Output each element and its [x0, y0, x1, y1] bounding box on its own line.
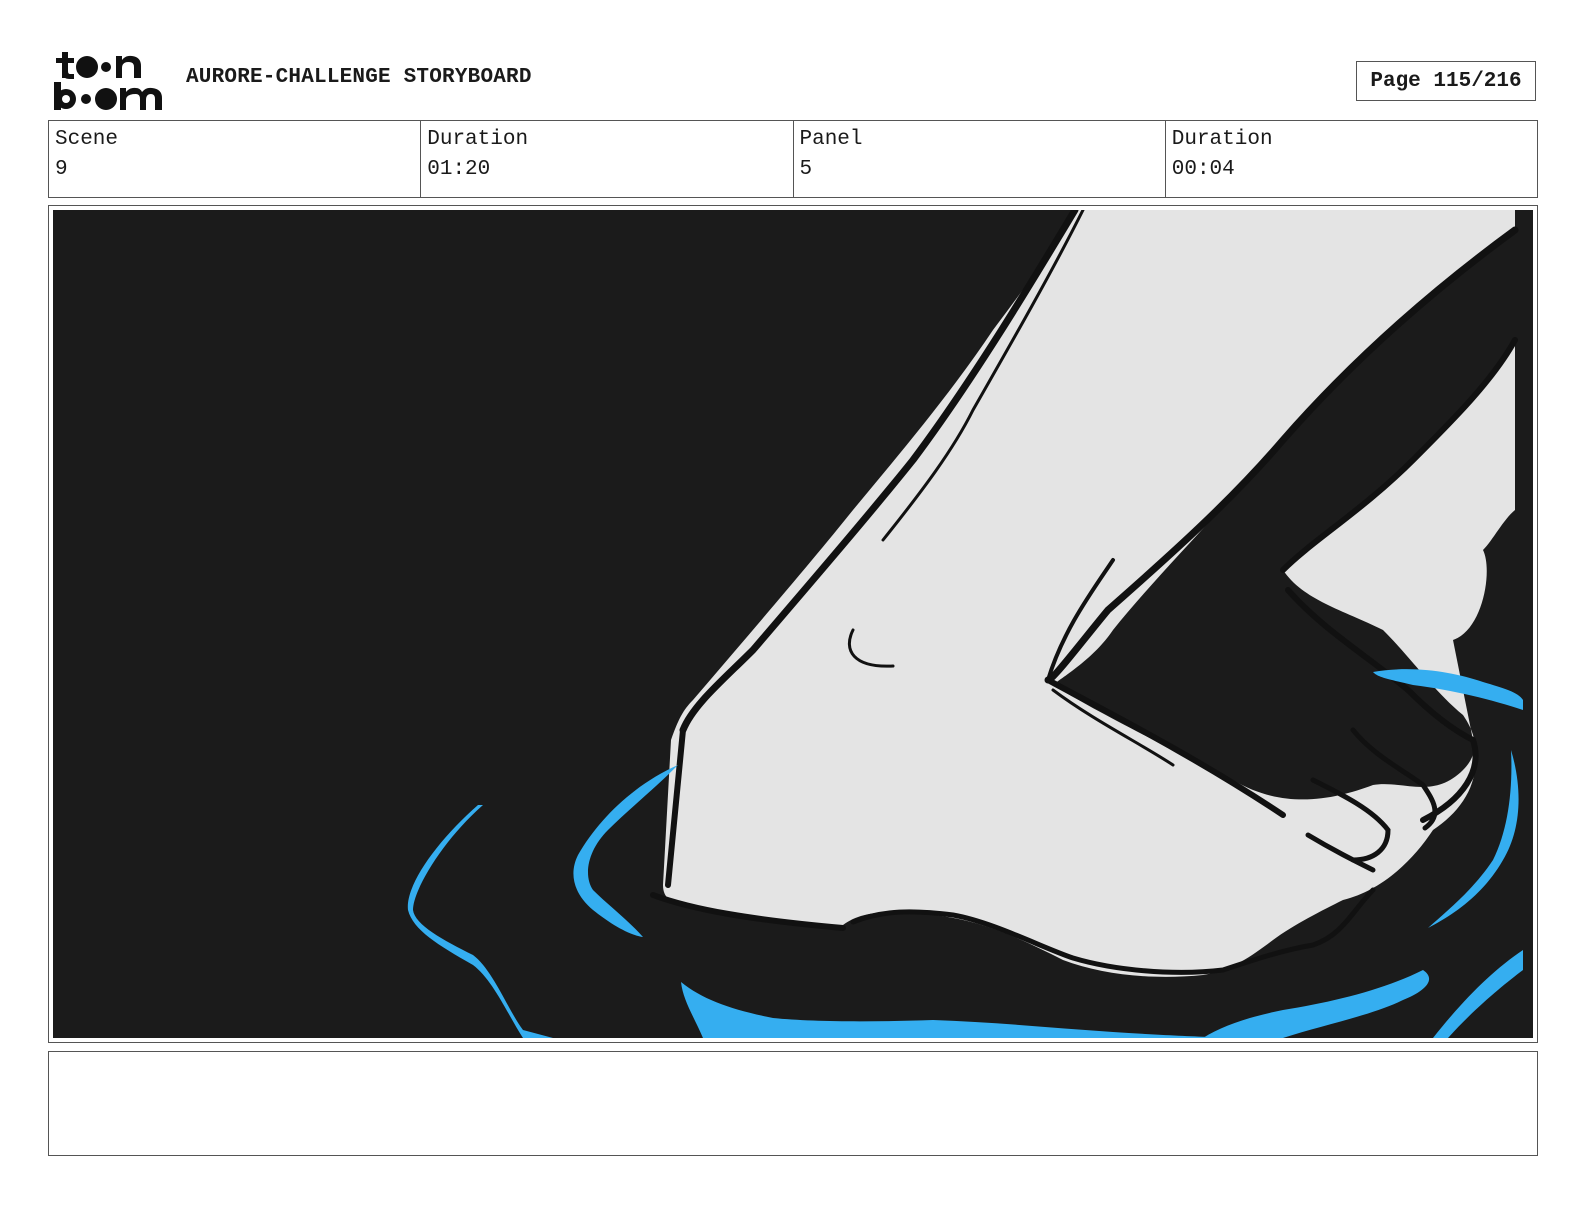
panel-drawing — [53, 210, 1533, 1038]
panel-cell: Panel 5 — [794, 121, 1166, 197]
project-title: AURORE-CHALLENGE STORYBOARD — [186, 66, 532, 89]
panel-duration-value: 00:04 — [1171, 158, 1235, 181]
scene-duration-label: Duration — [427, 128, 529, 151]
scene-label: Scene — [55, 128, 119, 151]
page-label: Page 115/216 — [1370, 69, 1522, 93]
scene-cell: Scene 9 — [49, 121, 422, 197]
scene-duration-value: 01:20 — [427, 158, 491, 181]
panel-duration-cell: Duration 00:04 — [1166, 121, 1537, 197]
scene-duration-cell: Duration 01:20 — [421, 121, 794, 197]
panel-label: Panel — [799, 128, 863, 151]
storyboard-panel — [48, 205, 1538, 1043]
caption-box — [48, 1051, 1538, 1156]
page-indicator: Page 115/216 — [1356, 61, 1536, 101]
toon-boom-logo — [52, 50, 164, 112]
panel-duration-label: Duration — [1171, 128, 1273, 151]
scene-value: 9 — [55, 158, 68, 181]
scene-info-row: Scene 9 Duration 01:20 Panel 5 Duration … — [48, 120, 1538, 198]
panel-value: 5 — [799, 158, 813, 181]
